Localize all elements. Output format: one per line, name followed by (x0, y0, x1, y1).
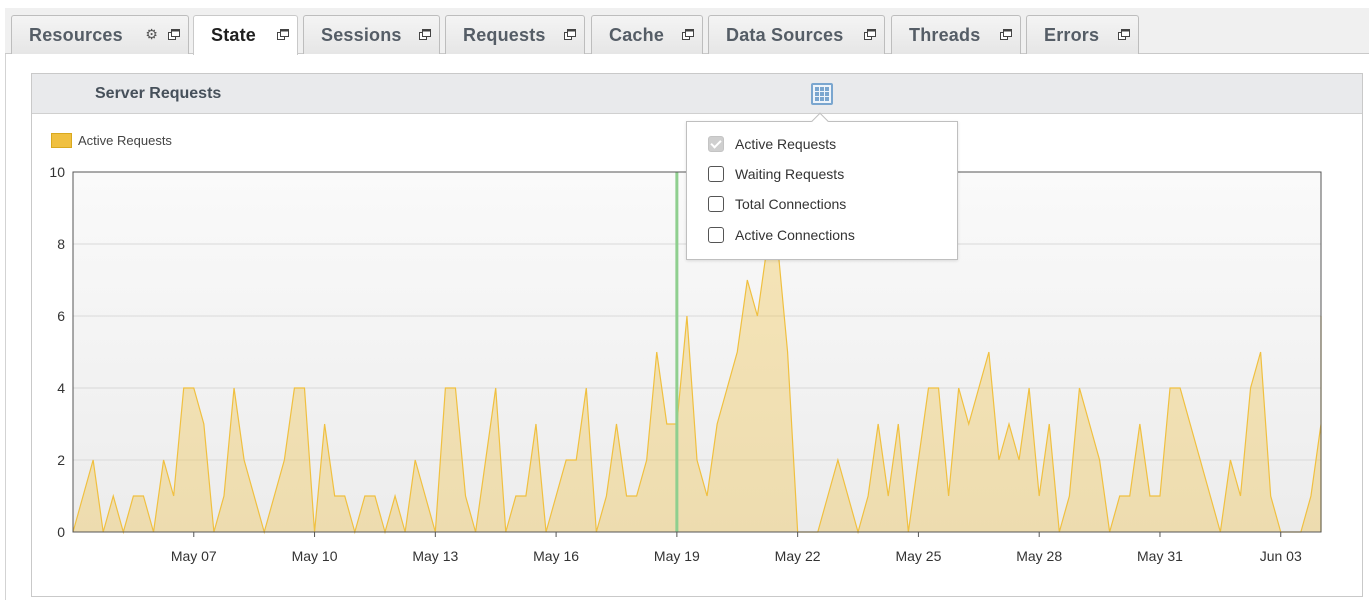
series-option-label: Active Connections (735, 227, 855, 243)
y-tick-label: 2 (57, 452, 65, 468)
series-checkbox (708, 136, 724, 152)
x-tick-label: May 19 (654, 548, 700, 564)
series-checkbox[interactable] (708, 166, 724, 182)
series-dropdown: Active Requests Waiting Requests Total Con… (686, 112, 958, 260)
x-tick-label: Jun 03 (1260, 548, 1302, 564)
y-tick-label: 8 (57, 236, 65, 252)
x-tick-label: May 25 (895, 548, 941, 564)
y-tick-label: 10 (49, 164, 65, 180)
x-tick-label: May 22 (775, 548, 821, 564)
series-option-active-connections[interactable]: Active Connections (708, 227, 855, 243)
y-tick-label: 0 (57, 524, 65, 540)
x-tick-label: May 13 (412, 548, 458, 564)
series-checkbox[interactable] (708, 196, 724, 212)
requests-chart: 0 2 4 6 8 10 May 07 May 10 May 13 May 16 May 19 May… (49, 164, 1322, 564)
series-option-waiting-requests[interactable]: Waiting Requests (708, 166, 844, 182)
y-tick-label: 6 (57, 308, 65, 324)
x-tick-label: May 31 (1137, 548, 1183, 564)
x-tick-label: May 28 (1016, 548, 1062, 564)
series-checkbox[interactable] (708, 227, 724, 243)
series-option-active-requests: Active Requests (708, 136, 836, 152)
series-option-label: Active Requests (735, 136, 837, 152)
x-tick-label: May 07 (171, 548, 217, 564)
x-tick-label: May 10 (292, 548, 338, 564)
x-tick-label: May 16 (533, 548, 579, 564)
series-option-total-connections[interactable]: Total Connections (708, 196, 846, 212)
series-option-label: Waiting Requests (735, 166, 845, 182)
series-option-label: Total Connections (735, 196, 847, 212)
y-tick-label: 4 (57, 380, 65, 396)
